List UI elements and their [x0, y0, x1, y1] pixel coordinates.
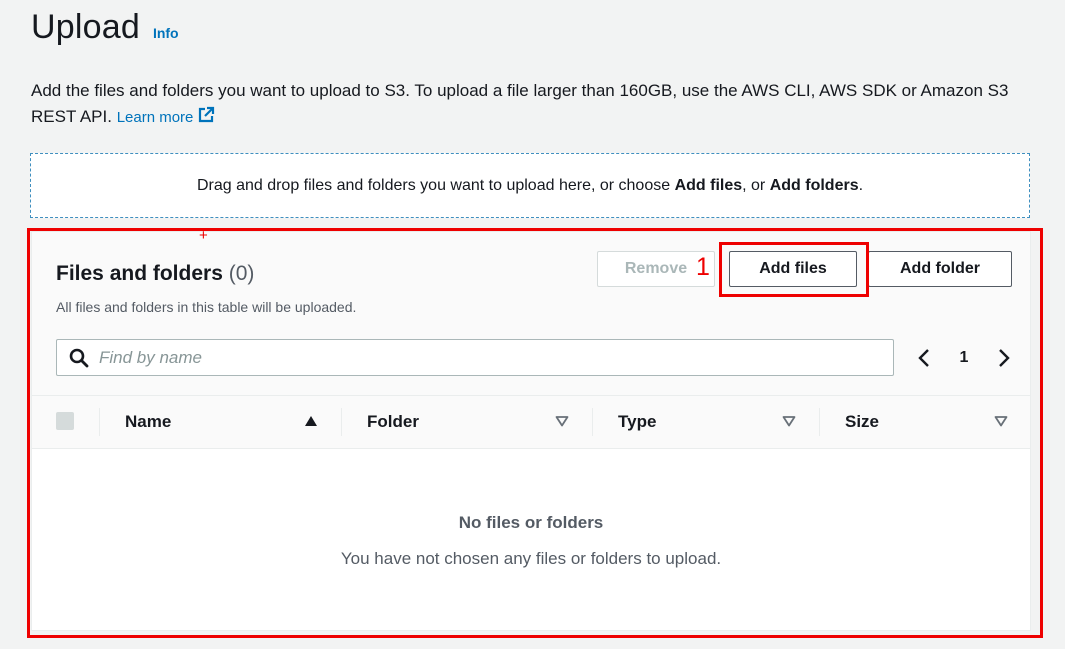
column-divider	[99, 408, 100, 436]
search-icon	[69, 348, 89, 368]
dropzone-middle: , or	[742, 176, 770, 194]
search-input[interactable]	[99, 347, 859, 368]
dropzone-text: Drag and drop files and folders you want…	[197, 177, 863, 195]
chevron-right-icon	[999, 349, 1010, 367]
column-header-folder[interactable]: Folder	[367, 396, 419, 448]
info-link[interactable]: Info	[153, 25, 179, 41]
learn-more-link[interactable]: Learn more	[116, 106, 216, 126]
chevron-left-icon	[918, 349, 929, 367]
select-all-checkbox[interactable]	[56, 412, 74, 430]
previous-page-button[interactable]	[916, 348, 932, 368]
sort-ascending-icon[interactable]	[304, 415, 318, 427]
panel-count: (0)	[228, 262, 255, 285]
column-header-name[interactable]: Name	[125, 396, 171, 448]
dropzone-add-files: Add files	[674, 176, 743, 194]
sort-icon[interactable]	[994, 415, 1008, 427]
page-title: Upload	[31, 8, 140, 46]
pagination: 1	[916, 340, 1012, 376]
column-divider	[819, 408, 820, 436]
next-page-button[interactable]	[996, 348, 1012, 368]
external-link-icon	[197, 106, 215, 133]
annotation-step-number: 1	[696, 253, 710, 281]
sort-icon[interactable]	[555, 415, 569, 427]
add-files-button[interactable]: Add files	[729, 251, 857, 287]
annotation-cursor-marker: +	[199, 227, 208, 244]
learn-more-label: Learn more	[116, 109, 194, 126]
column-header-type[interactable]: Type	[618, 396, 656, 448]
search-box[interactable]	[56, 339, 894, 376]
dropzone-add-folders: Add folders	[769, 176, 859, 194]
dropzone-prefix: Drag and drop files and folders you want…	[196, 176, 675, 194]
current-page-number[interactable]: 1	[960, 349, 969, 367]
upload-dropzone[interactable]: Drag and drop files and folders you want…	[30, 153, 1030, 218]
page-description: Add the files and folders you want to up…	[31, 78, 1041, 133]
column-divider	[592, 408, 593, 436]
panel-subtitle: All files and folders in this table will…	[56, 299, 357, 315]
table-body: No files or folders You have not chosen …	[32, 449, 1030, 630]
sort-icon[interactable]	[782, 415, 796, 427]
panel-title-text: Files and folders	[56, 262, 223, 285]
table-header: Name Folder Type Size	[32, 395, 1030, 449]
column-divider	[341, 408, 342, 436]
empty-state-description: You have not chosen any files or folders…	[340, 549, 722, 568]
panel-title: Files and folders (0)	[56, 262, 254, 286]
upload-page: Upload Info Add the files and folders yo…	[0, 0, 1065, 649]
column-header-size[interactable]: Size	[845, 396, 879, 448]
page-header: Upload Info	[31, 8, 179, 47]
add-folder-button[interactable]: Add folder	[868, 251, 1012, 287]
files-and-folders-panel: Files and folders (0) All files and fold…	[31, 231, 1031, 631]
empty-state-title: No files or folders	[458, 513, 604, 532]
dropzone-suffix: .	[858, 176, 864, 194]
